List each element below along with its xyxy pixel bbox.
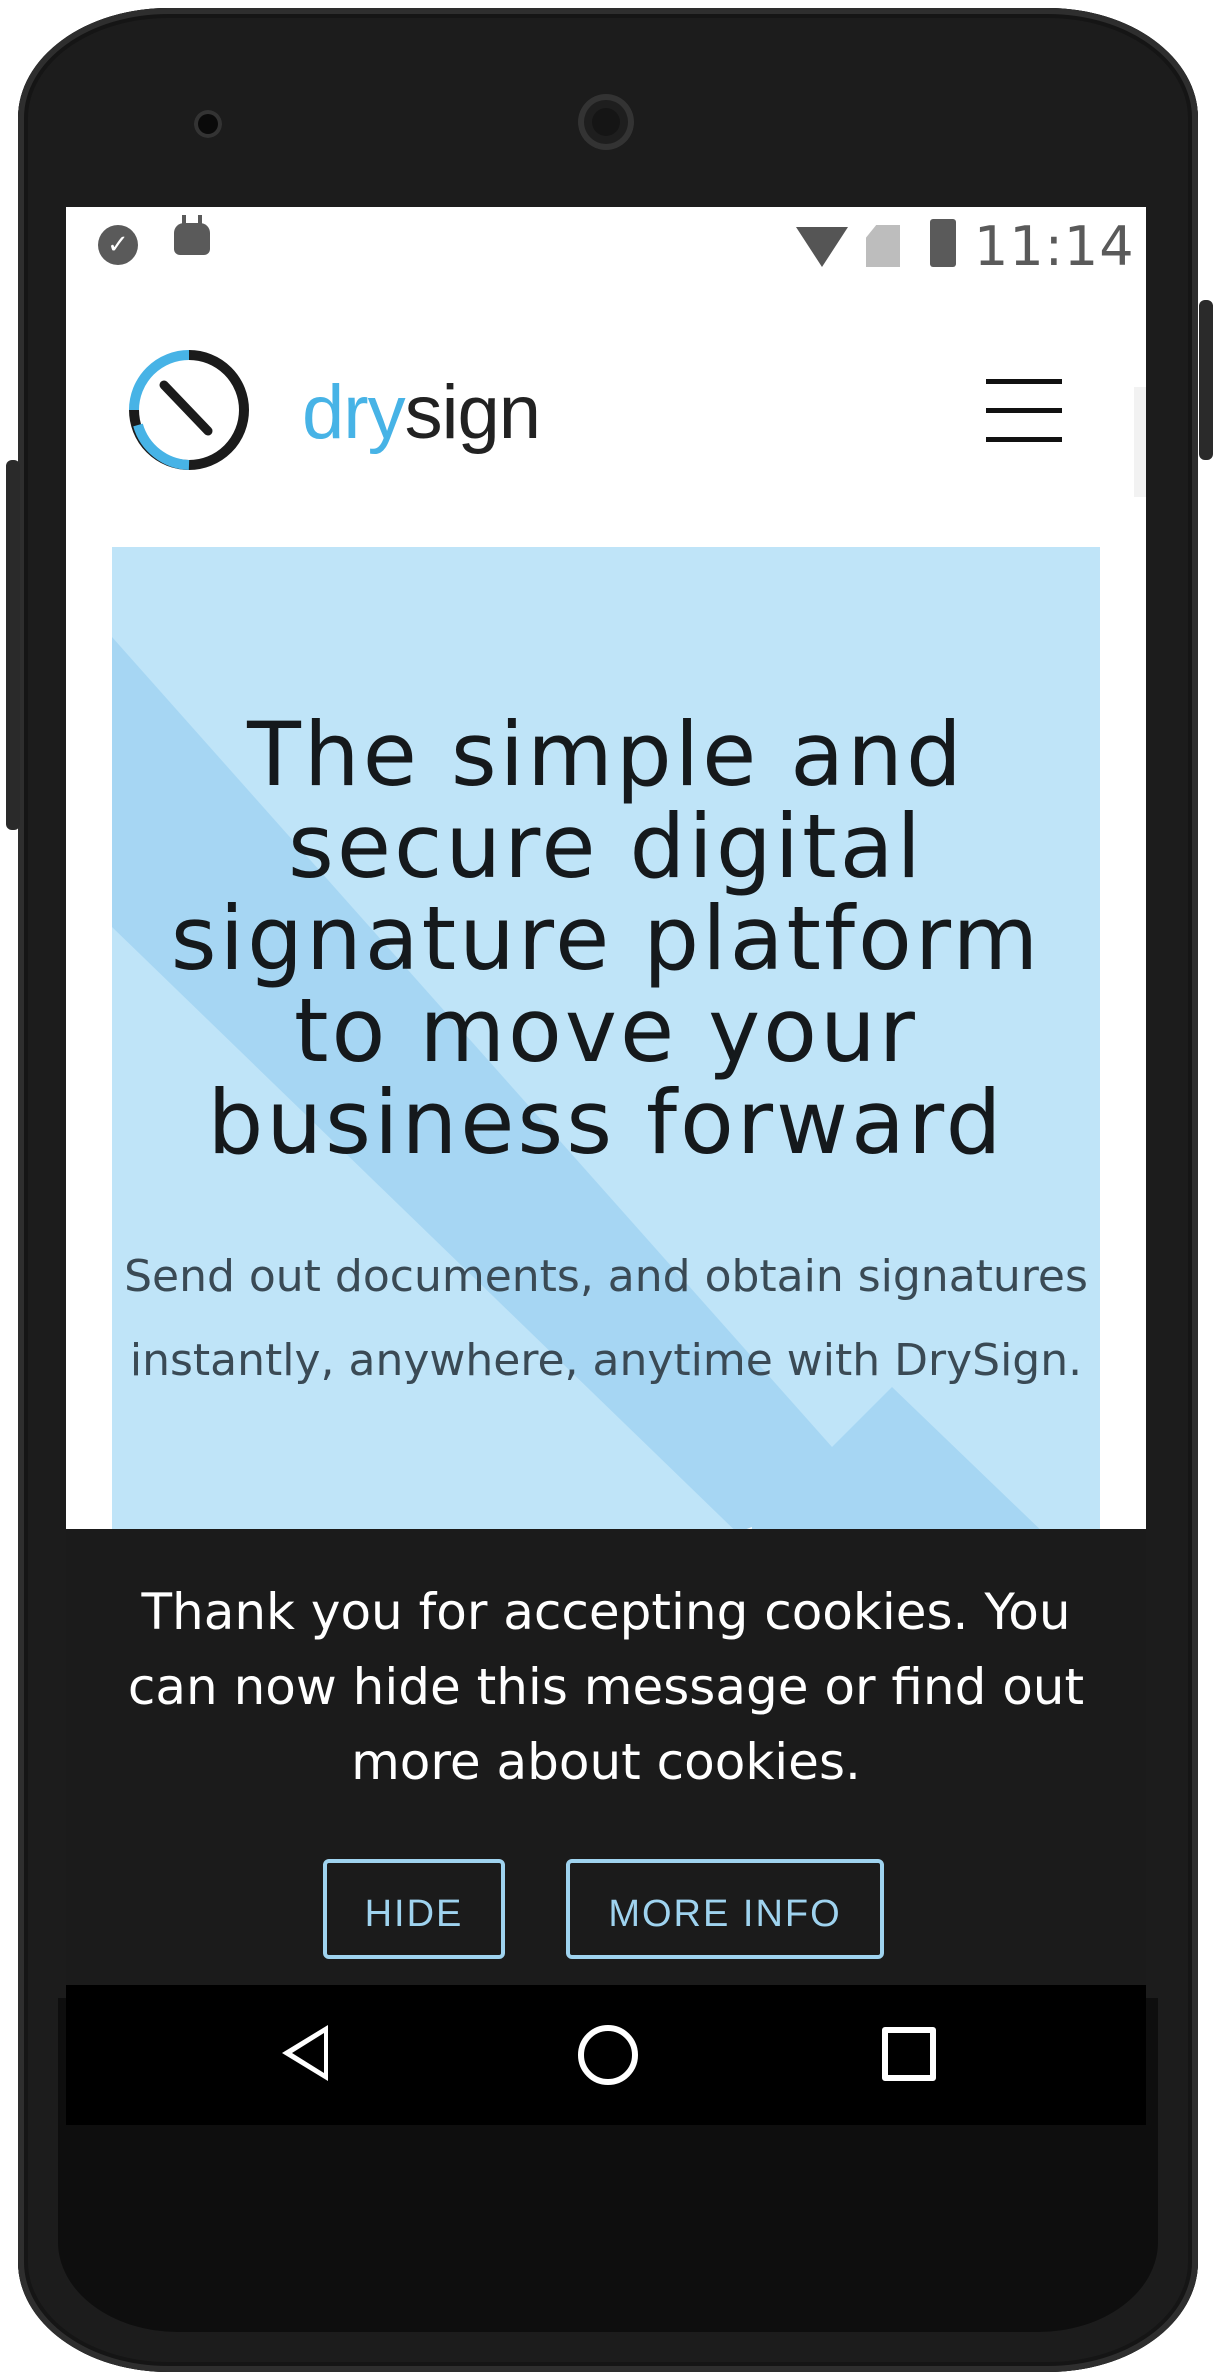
hero-title: The simple and secure digital signature … [170, 703, 1042, 1174]
battery-icon [930, 219, 956, 267]
wifi-icon [796, 227, 848, 267]
logo-text-sign: sign [404, 370, 541, 455]
more-info-button[interactable]: MORE INFO [566, 1859, 884, 1959]
earpiece-speaker [578, 94, 634, 150]
android-icon [174, 215, 210, 255]
hero-subtitle: Send out documents, and obtain signature… [124, 1251, 1088, 1386]
home-icon[interactable] [578, 2025, 638, 2085]
phone-screen: ✓ 11:14 drysign The simple and secure di… [66, 207, 1146, 1985]
recents-icon[interactable] [882, 2027, 936, 2081]
hamburger-menu-icon[interactable] [986, 379, 1062, 443]
logo-text-dry: dry [302, 370, 406, 455]
scroll-indicator [1134, 387, 1146, 497]
back-icon-inner [292, 2033, 324, 2073]
drysign-logo-text[interactable]: drysign [302, 369, 541, 456]
cookie-message: Thank you for accepting cookies. You can… [127, 1583, 1085, 1791]
volume-button [6, 460, 20, 830]
no-sim-icon [866, 225, 900, 267]
hide-cookie-button[interactable]: HIDE [323, 1859, 505, 1959]
status-time: 11:14 [974, 215, 1135, 278]
drysign-logo-icon[interactable] [124, 345, 254, 475]
android-nav-bar [66, 1985, 1146, 2125]
cookie-banner: Thank you for accepting cookies. You can… [66, 1529, 1146, 1985]
power-button [1199, 300, 1213, 460]
task-check-icon: ✓ [98, 225, 138, 265]
site-header: drysign [66, 287, 1146, 537]
status-bar: ✓ 11:14 [66, 207, 1146, 287]
proximity-sensor [194, 110, 222, 138]
